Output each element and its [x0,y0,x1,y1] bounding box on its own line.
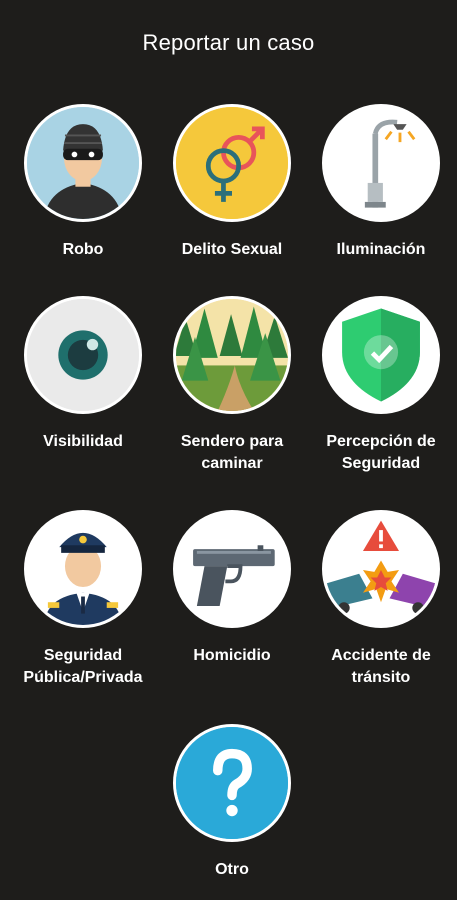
shield-check-icon [322,296,440,414]
category-label-otro: Otro [215,861,249,878]
car-crash-icon [322,510,440,628]
category-percepcion-de-seguridad[interactable]: Percepción de Seguridad [306,296,456,475]
category-seguridad-publica-privada[interactable]: Seguridad Pública/Privada [8,510,158,689]
page-title: Reportar un caso [142,30,315,55]
street-lamp-icon [322,104,440,222]
category-label-visibilidad: Visibilidad [43,433,123,450]
eye-icon [24,296,142,414]
category-label-iluminacion: Iluminación [336,241,426,258]
forest-path-icon [173,296,291,414]
category-label-homicidio: Homicidio [193,647,271,664]
category-label-accidente-de-transito: Accidente de tránsito [331,647,431,686]
gender-symbols-icon [173,104,291,222]
category-label-percepcion-de-seguridad: Percepción de Seguridad [326,433,436,472]
category-homicidio[interactable]: Homicidio [157,510,307,667]
category-label-delito-sexual: Delito Sexual [181,241,283,258]
thief-icon [24,104,142,222]
pistol-icon [173,510,291,628]
category-robo[interactable]: Robo [8,104,158,261]
category-otro[interactable]: Otro [157,724,307,881]
category-visibilidad[interactable]: Visibilidad [8,296,158,453]
category-delito-sexual[interactable]: Delito Sexual [157,104,307,261]
category-label-sendero-para-caminar: Sendero para caminar [180,433,284,472]
question-mark-icon [173,724,291,842]
police-officer-icon [24,510,142,628]
category-label-robo: Robo [62,241,104,258]
category-sendero-para-caminar[interactable]: Sendero para caminar [157,296,307,475]
category-accidente-de-transito[interactable]: Accidente de tránsito [306,510,456,689]
category-iluminacion[interactable]: Iluminación [306,104,456,261]
category-label-seguridad-publica-privada: Seguridad Pública/Privada [23,647,143,686]
